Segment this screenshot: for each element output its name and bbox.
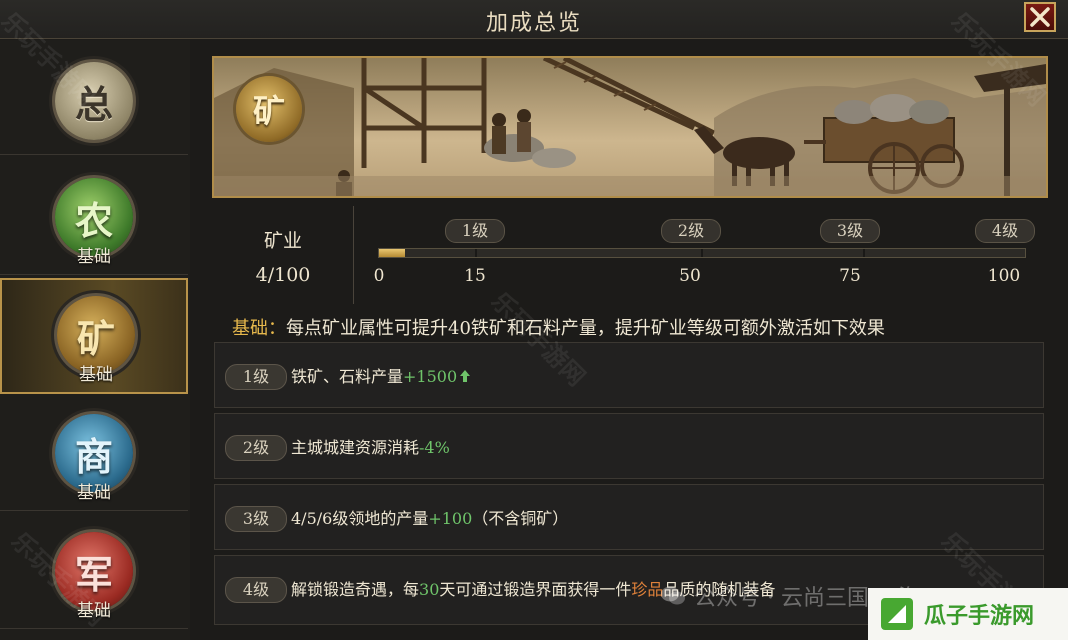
close-button[interactable]	[1024, 2, 1056, 32]
basic-label: 基础：	[232, 318, 286, 339]
site-logo-text: 瓜子手游网	[924, 604, 1035, 629]
mining-banner-image: 矿	[212, 56, 1048, 198]
sidebar-item-sublabel: 基础	[77, 601, 111, 621]
sidebar-item-sublabel: 基础	[77, 247, 111, 267]
mining-emblem-icon: 矿	[236, 76, 302, 142]
effect-level-pill: 4级	[225, 577, 287, 603]
progress-tick: 50	[679, 266, 701, 286]
effect-description: 解锁锻造奇遇，每30天可通过锻造界面获得一件珍品品质的随机装备	[291, 580, 776, 599]
basic-text: 每点矿业属性可提升40铁矿和石料产量，提升矿业等级可额外激活如下效果	[286, 318, 885, 339]
sidebar-item-farming[interactable]: 农 基础	[0, 160, 188, 275]
sidebar-item-commerce[interactable]: 商 基础	[0, 396, 188, 511]
effect-row-level-2: 2级 主城城建资源消耗-4%	[214, 413, 1044, 479]
title-bar: 加成总览	[0, 0, 1068, 39]
total-badge-icon: 总	[55, 62, 133, 140]
level-marker-4: 4级	[975, 219, 1035, 243]
site-logo-badge: 瓜子手游网	[868, 588, 1068, 640]
effect-level-pill: 3级	[225, 506, 287, 532]
sidebar-item-sublabel: 基础	[79, 365, 113, 385]
category-sidebar: 总 农 基础 矿 基础 商 基础 军 基础	[0, 40, 190, 640]
effect-description: 铁矿、石料产量+1500	[291, 363, 471, 387]
melon-logo-icon	[881, 598, 913, 630]
stat-name: 矿业	[263, 230, 302, 252]
window-title: 加成总览	[485, 11, 582, 36]
level-marker-2: 2级	[661, 219, 721, 243]
effect-row-level-3: 3级 4/5/6级领地的产量+100（不含铜矿）	[214, 484, 1044, 550]
effect-description: 主城城建资源消耗-4%	[291, 438, 450, 457]
effect-level-pill: 1级	[225, 364, 287, 390]
progress-tick: 0	[373, 266, 385, 286]
sidebar-item-total[interactable]: 总	[0, 40, 188, 155]
effect-description: 4/5/6级领地的产量+100（不含铜矿）	[291, 509, 569, 528]
progress-tick: 15	[464, 266, 486, 286]
stat-value: 4/100	[255, 264, 311, 286]
stat-divider	[353, 206, 354, 304]
close-icon	[1030, 7, 1050, 27]
sidebar-item-mining[interactable]: 矿 基础	[0, 278, 188, 394]
sidebar-item-military[interactable]: 军 基础	[0, 514, 188, 629]
mining-progress-bar	[378, 248, 1026, 258]
progress-separator	[701, 249, 703, 257]
mine-scene-illustration	[214, 58, 1046, 196]
level-marker-3: 3级	[820, 219, 880, 243]
level-marker-1: 1级	[445, 219, 505, 243]
arrow-up-icon	[460, 370, 471, 382]
progress-fill	[379, 249, 405, 257]
basic-description: 基础：每点矿业属性可提升40铁矿和石料产量，提升矿业等级可额外激活如下效果	[232, 314, 885, 340]
progress-tick: 100	[987, 266, 1021, 286]
sidebar-item-sublabel: 基础	[77, 483, 111, 503]
progress-separator	[475, 249, 477, 257]
effect-level-pill: 2级	[225, 435, 287, 461]
progress-separator	[863, 249, 865, 257]
effect-row-level-1: 1级 铁矿、石料产量+1500	[214, 342, 1044, 408]
progress-tick: 75	[839, 266, 861, 286]
